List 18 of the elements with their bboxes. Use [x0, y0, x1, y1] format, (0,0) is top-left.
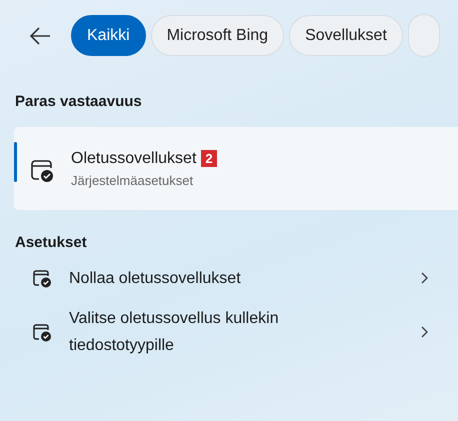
- result-title: Oletussovellukset: [71, 150, 196, 168]
- chevron-right-icon: [420, 272, 428, 284]
- back-arrow-icon[interactable]: [28, 26, 52, 46]
- settings-result[interactable]: Nollaa oletussovellukset: [32, 251, 428, 305]
- settings-app-icon: [30, 158, 56, 182]
- section-heading: Paras vastaavuus: [15, 93, 143, 110]
- best-match-result[interactable]: Oletussovellukset 2 Järjestelmäasetukset: [14, 127, 458, 210]
- filter-tab[interactable]: Microsoft Bing: [150, 15, 284, 56]
- result-subtitle: Järjestelmäasetukset: [71, 172, 194, 188]
- number-badge: 2: [201, 150, 217, 167]
- filter-tab[interactable]: Kaikki: [71, 15, 146, 56]
- settings-result[interactable]: Valitse oletussovellus kullekin tiedostotyypille: [32, 305, 428, 359]
- settings-app-icon: [32, 268, 52, 288]
- chevron-right-icon: [420, 326, 428, 338]
- selection-indicator: [14, 142, 17, 182]
- section-heading: Asetukset: [15, 234, 88, 251]
- filter-tab[interactable]: Sovellukset: [289, 15, 403, 56]
- settings-app-icon: [32, 322, 52, 342]
